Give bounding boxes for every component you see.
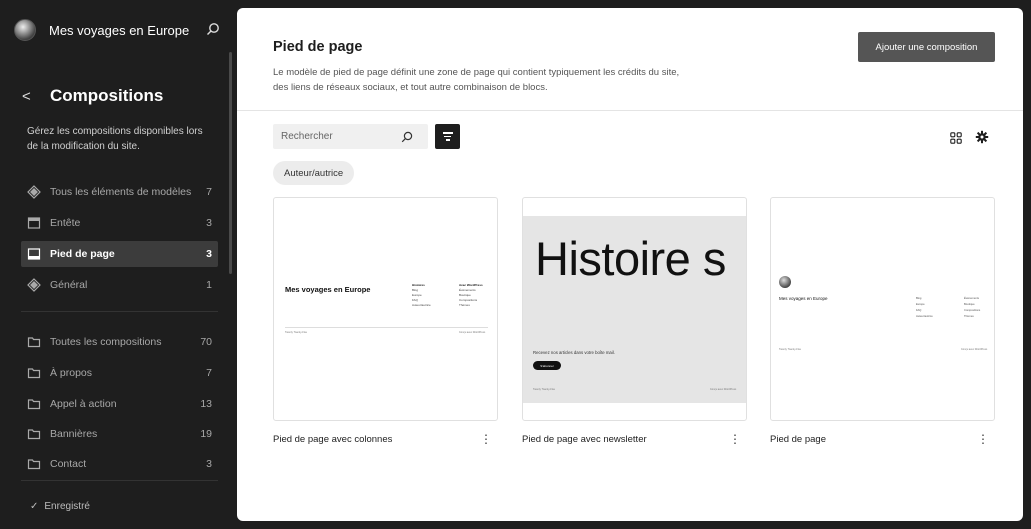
section-title: Compositions: [50, 86, 164, 105]
save-status[interactable]: ✓ Enregistré: [30, 501, 90, 512]
back-row: < Compositions: [22, 86, 163, 106]
app-window: Mes voyages en Europe < Compositions Gér…: [0, 0, 1031, 529]
sidebar-item-count: 70: [200, 336, 212, 348]
sidebar-item-footer[interactable]: Pied de page 3: [21, 241, 218, 267]
folder-icon: [27, 427, 41, 441]
pattern-card-title[interactable]: Pied de page: [770, 434, 826, 445]
sidebar-divider: [21, 480, 218, 481]
gear-icon[interactable]: [975, 130, 989, 144]
preview-powered-by: Conçu avec WordPress: [710, 388, 737, 391]
preview-column: Avec WordPress Événements Boutique Compo…: [459, 283, 483, 308]
save-status-label: Enregistré: [44, 501, 90, 512]
folder-icon: [27, 366, 41, 380]
preview-heading: Histoire s: [535, 232, 726, 285]
more-options-icon[interactable]: ⋮: [977, 432, 989, 446]
sidebar-item-label: Appel à action: [50, 398, 117, 410]
footer-icon: [27, 247, 41, 261]
preview-column: Histoires Blog Europe FAQ Auteur/autrice: [412, 283, 431, 308]
sidebar-item-general[interactable]: Général 1: [21, 272, 218, 298]
main-panel: Pied de page Le modèle de pied de page d…: [237, 8, 1023, 521]
search-field[interactable]: [273, 124, 428, 149]
preview-column: Événements Boutique Compositions Thèmes: [964, 296, 980, 320]
pattern-card-title[interactable]: Pied de page avec newsletter: [522, 434, 647, 445]
pattern-card-footer[interactable]: Mes voyages en Europe Blog Europe FAQ Au…: [770, 197, 995, 421]
chevron-left-icon[interactable]: <: [22, 88, 34, 105]
filter-icon-line: [445, 139, 450, 141]
sidebar-item-count: 3: [206, 217, 212, 229]
pattern-card-newsletter[interactable]: Histoire s Recevez nos articles dans vot…: [522, 197, 747, 421]
preview-credit: Twenty Twenty-Five: [779, 348, 802, 351]
sidebar-item-count: 7: [206, 186, 212, 198]
preview-credit: Twenty Twenty-Five: [285, 331, 308, 334]
site-hub[interactable]: Mes voyages en Europe: [14, 14, 224, 46]
preview-newsletter-text: Recevez nos articles dans votre boîte ma…: [533, 350, 615, 355]
sidebar-item-label: Pied de page: [50, 248, 115, 260]
category-chip[interactable]: Auteur/autrice: [273, 161, 355, 185]
add-pattern-button[interactable]: Ajouter une composition: [858, 32, 995, 62]
symbol-diamond-icon: [27, 278, 41, 292]
sidebar-item-label: Contact: [50, 458, 87, 470]
filter-icon: [442, 132, 453, 134]
folder-icon: [27, 397, 41, 411]
preview-link: Auteur/autrice: [412, 303, 431, 307]
sidebar-item-contact[interactable]: Contact 3: [21, 451, 218, 477]
site-logo-icon[interactable]: [14, 19, 36, 41]
preview-powered-by: Conçu avec WordPress: [961, 348, 988, 351]
sidebar-item-count: 3: [206, 458, 212, 470]
page-description: Le modèle de pied de page définit une zo…: [273, 67, 680, 93]
sidebar-item-call-to-action[interactable]: Appel à action 13: [21, 391, 218, 417]
filter-icon-line: [444, 135, 451, 138]
sidebar-item-label: Tous les éléments de modèles: [50, 186, 192, 198]
sidebar-item-header[interactable]: Entête 3: [21, 210, 218, 236]
filter-button[interactable]: [435, 124, 460, 149]
folder-icon: [27, 335, 41, 349]
sidebar-item-label: À propos: [50, 367, 93, 379]
sidebar-item-label: Général: [50, 279, 88, 291]
sidebar-item-label: Bannières: [50, 428, 98, 440]
page-header: Pied de page Le modèle de pied de page d…: [237, 8, 1023, 111]
sidebar-item-label: Entête: [50, 217, 81, 229]
sidebar-item-count: 19: [200, 428, 212, 440]
preview-link: Thèmes: [459, 303, 470, 307]
preview-powered-by: Conçu avec WordPress: [459, 331, 486, 334]
sidebar: Mes voyages en Europe < Compositions Gér…: [0, 0, 233, 529]
header-icon: [27, 216, 41, 230]
sidebar-item-label: Toutes les compositions: [50, 336, 162, 348]
search-icon: [401, 131, 413, 142]
folder-icon: [27, 457, 41, 471]
preview-site-title: Mes voyages en Europe: [779, 296, 828, 301]
sidebar-item-count: 7: [206, 367, 212, 379]
preview-link: Auteur/autrice: [916, 315, 933, 318]
sidebar-item-all-patterns[interactable]: Toutes les compositions 70: [21, 329, 218, 355]
sidebar-item-banners[interactable]: Bannières 19: [21, 421, 218, 447]
preview-divider: [285, 327, 488, 328]
preview-link: Thèmes: [964, 315, 974, 318]
check-icon: ✓: [30, 501, 39, 512]
sidebar-item-count: 1: [206, 279, 212, 291]
pattern-card-title[interactable]: Pied de page avec colonnes: [273, 434, 392, 445]
preview-site-title: Mes voyages en Europe: [285, 285, 371, 294]
sidebar-item-count: 3: [206, 248, 212, 260]
symbol-diamond-icon: [27, 185, 41, 199]
sidebar-scrollbar[interactable]: [229, 52, 232, 274]
more-options-icon[interactable]: ⋮: [480, 432, 492, 446]
preview-column: Blog Europe FAQ Auteur/autrice: [916, 296, 933, 320]
more-options-icon[interactable]: ⋮: [729, 432, 741, 446]
page-title: Pied de page: [273, 39, 363, 55]
search-icon[interactable]: [206, 22, 220, 36]
search-input[interactable]: [281, 131, 401, 142]
grid-view-icon[interactable]: [950, 132, 962, 144]
preview-credit: Twenty Twenty-Five: [533, 388, 556, 391]
sidebar-divider: [21, 311, 218, 312]
sidebar-item-about[interactable]: À propos 7: [21, 360, 218, 386]
sidebar-item-count: 13: [200, 398, 212, 410]
section-description: Gérez les compositions disponibles lors …: [27, 126, 203, 152]
pattern-card-columns[interactable]: Mes voyages en Europe Histoires Blog Eur…: [273, 197, 498, 421]
sidebar-item-all-template-parts[interactable]: Tous les éléments de modèles 7: [21, 179, 218, 205]
site-title[interactable]: Mes voyages en Europe: [49, 23, 189, 38]
preview-site-logo-icon: [779, 276, 791, 288]
preview-subscribe-button: S'abonner: [533, 361, 561, 370]
